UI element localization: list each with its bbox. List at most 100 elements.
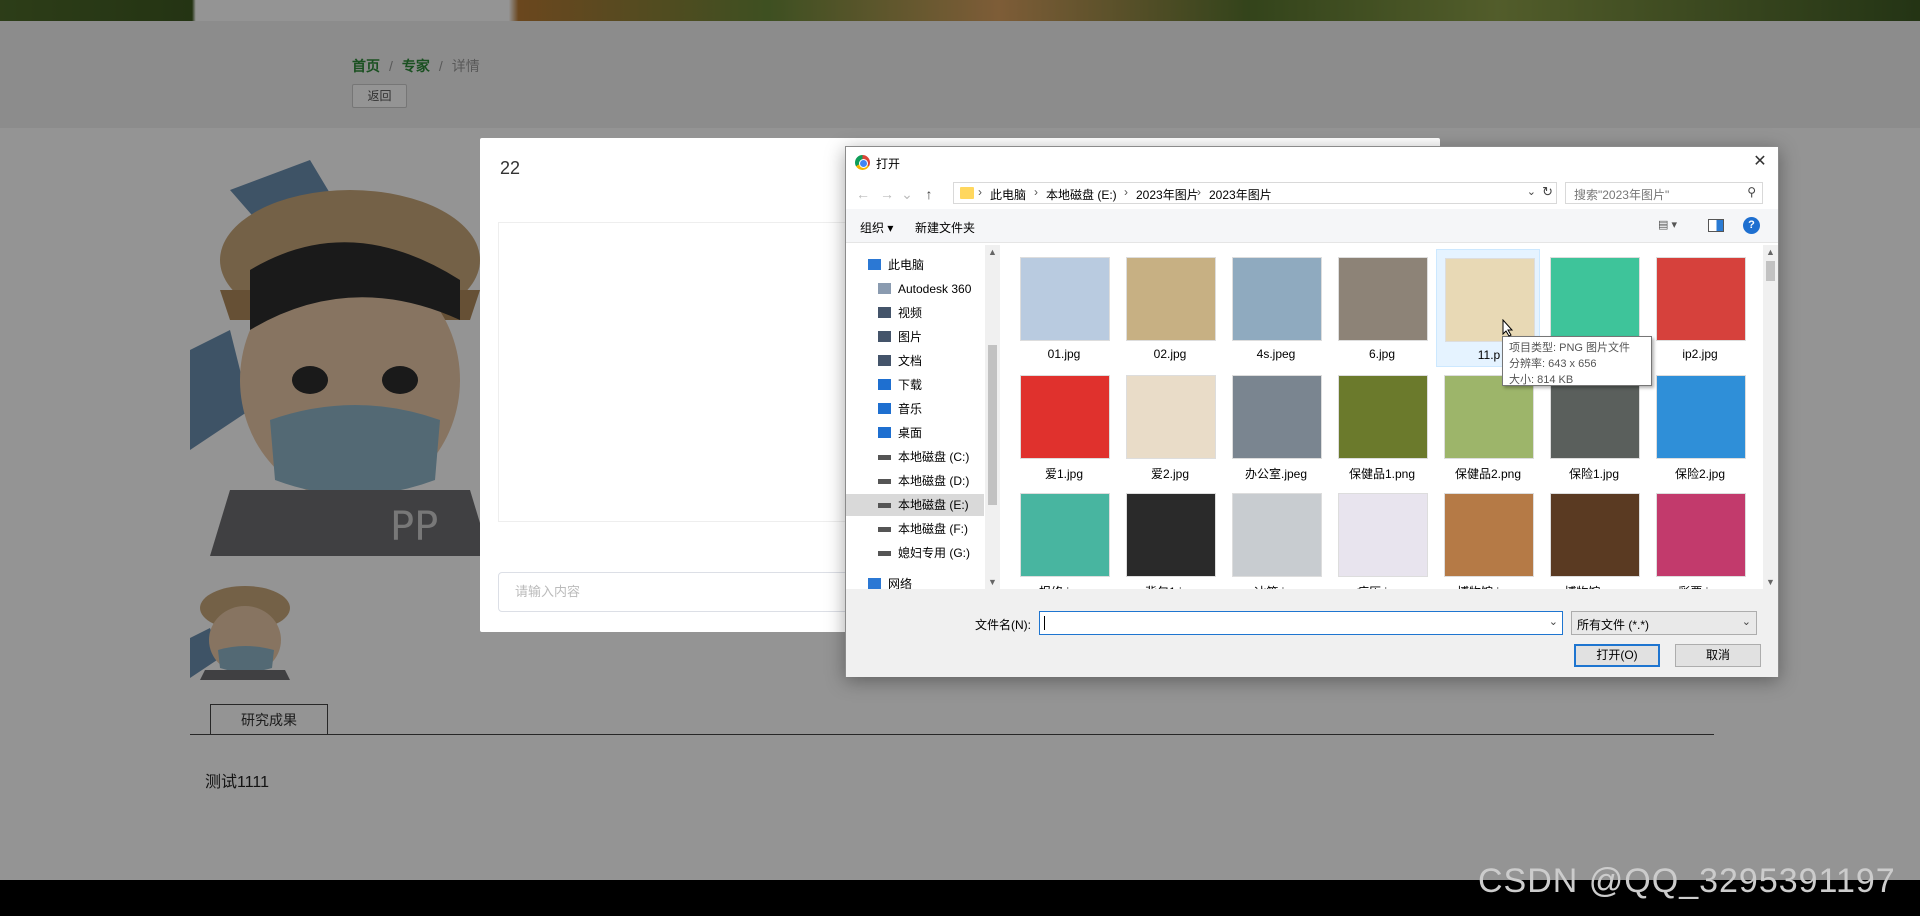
mouse-cursor-icon bbox=[1502, 319, 1514, 337]
search-input[interactable]: 搜索"2023年图片" ⚲ bbox=[1565, 182, 1763, 204]
address-segment-subfolder[interactable]: 2023年图片 bbox=[1209, 186, 1272, 203]
sidebar-item[interactable]: 音乐 bbox=[846, 398, 984, 420]
cloud-icon bbox=[878, 283, 891, 294]
chevron-right-icon[interactable]: › bbox=[1197, 185, 1201, 199]
folder-icon bbox=[960, 187, 974, 199]
file-item[interactable]: 背包1.jpg bbox=[1118, 485, 1222, 589]
address-bar[interactable]: › 此电脑 › 本地磁盘 (E:) › 2023年图片 › 2023年图片 ⌄ … bbox=[953, 182, 1557, 204]
address-segment-drive[interactable]: 本地磁盘 (E:) bbox=[1046, 186, 1117, 203]
forward-arrow-icon[interactable]: → bbox=[878, 186, 896, 202]
navigation-pane: 此电脑 Autodesk 360 视频 图片 文档 下载 音乐 桌面 本地磁盘 (C:) 本地磁盘… bbox=[846, 245, 984, 591]
sidebar-item[interactable]: 图片 bbox=[846, 326, 984, 348]
sidebar-item[interactable]: 本地磁盘 (D:) bbox=[846, 470, 984, 492]
address-segment-pc[interactable]: 此电脑 bbox=[990, 186, 1026, 203]
file-item[interactable]: 冰箱.jpg bbox=[1224, 485, 1328, 589]
file-item[interactable]: 博物馆.png bbox=[1542, 485, 1646, 589]
pc-icon bbox=[868, 259, 881, 270]
sidebar-item[interactable]: 文档 bbox=[846, 350, 984, 372]
chevron-right-icon[interactable]: › bbox=[1034, 185, 1038, 199]
file-item[interactable]: 保健品1.png bbox=[1330, 367, 1434, 485]
scroll-down-icon[interactable]: ▼ bbox=[985, 577, 1000, 587]
sidebar-item[interactable]: 桌面 bbox=[846, 422, 984, 444]
file-thumbnail bbox=[1656, 375, 1746, 459]
file-item[interactable]: 保险2.jpg bbox=[1648, 367, 1752, 485]
sidebar-item[interactable]: 此电脑 bbox=[846, 254, 984, 276]
filename-label: 文件名(N): bbox=[975, 618, 1031, 632]
file-grid: 01.jpg 02.jpg 4s.jpeg 6.jpg 11.p ip2.jpg 爱1.jp… bbox=[1006, 245, 1758, 589]
scroll-up-icon[interactable]: ▲ bbox=[985, 247, 1000, 257]
file-name: 保健品1.png bbox=[1348, 467, 1416, 481]
file-item[interactable]: 4s.jpeg bbox=[1224, 249, 1328, 367]
refresh-icon[interactable]: ↻ bbox=[1542, 184, 1553, 200]
drive-icon bbox=[878, 527, 891, 532]
scroll-down-icon[interactable]: ▼ bbox=[1763, 577, 1778, 587]
file-thumbnail bbox=[1445, 258, 1535, 342]
file-item[interactable]: 博物馆.jpeg bbox=[1436, 485, 1540, 589]
sidebar-item[interactable]: 本地磁盘 (E:) bbox=[846, 494, 984, 516]
file-item[interactable]: 爱1.jpg bbox=[1012, 367, 1116, 485]
file-item[interactable]: 02.jpg bbox=[1118, 249, 1222, 367]
close-icon[interactable]: ✕ bbox=[1748, 150, 1772, 174]
file-thumbnail bbox=[1338, 257, 1428, 341]
cancel-button[interactable]: 取消 bbox=[1675, 644, 1761, 667]
sidebar-item[interactable]: 下载 bbox=[846, 374, 984, 396]
dialog-titlebar[interactable]: 打开 ✕ bbox=[846, 147, 1778, 177]
navigation-scrollbar[interactable]: ▲ ▼ bbox=[985, 245, 1000, 589]
chevron-right-icon[interactable]: › bbox=[978, 185, 982, 199]
file-name: 6.jpg bbox=[1368, 347, 1396, 361]
scroll-up-icon[interactable]: ▲ bbox=[1763, 247, 1778, 257]
network-icon bbox=[868, 578, 881, 589]
file-item[interactable]: 爱2.jpg bbox=[1118, 367, 1222, 485]
dialog-title: 打开 bbox=[876, 157, 901, 171]
back-arrow-icon[interactable]: ← bbox=[854, 186, 872, 202]
sidebar-item[interactable]: 媳妇专用 (G:) bbox=[846, 542, 984, 564]
file-type-select[interactable]: 所有文件 (*.*) ⌄ bbox=[1571, 611, 1757, 635]
sidebar-item[interactable]: 视频 bbox=[846, 302, 984, 324]
chevron-down-icon[interactable]: ⌄ bbox=[1527, 185, 1536, 198]
open-button[interactable]: 打开(O) bbox=[1574, 644, 1660, 667]
sidebar-item[interactable]: 本地磁盘 (F:) bbox=[846, 518, 984, 540]
chevron-right-icon[interactable]: › bbox=[1124, 185, 1128, 199]
address-segment-folder[interactable]: 2023年图片 bbox=[1136, 186, 1199, 203]
search-placeholder: 搜索"2023年图片" bbox=[1574, 188, 1670, 202]
navigation-bar: ← → ⌄ ↑ › 此电脑 › 本地磁盘 (E:) › 2023年图片 › 20… bbox=[846, 177, 1778, 209]
view-options-icon[interactable]: ▤ ▾ bbox=[1658, 218, 1688, 234]
file-grid-scrollbar[interactable]: ▲ ▼ bbox=[1763, 245, 1778, 589]
text-caret bbox=[1044, 616, 1045, 630]
search-icon: ⚲ bbox=[1747, 185, 1756, 199]
file-name: 办公室.jpeg bbox=[1244, 467, 1308, 481]
file-item[interactable]: 病历.jpeg bbox=[1330, 485, 1434, 589]
help-icon[interactable]: ? bbox=[1743, 217, 1760, 234]
file-name: 爱2.jpg bbox=[1150, 467, 1190, 481]
sidebar-item-label: 桌面 bbox=[898, 426, 923, 440]
chrome-icon bbox=[855, 155, 870, 170]
file-thumbnail bbox=[1338, 375, 1428, 459]
new-folder-button[interactable]: 新建文件夹 bbox=[915, 219, 975, 236]
sidebar-item-label: 视频 bbox=[898, 306, 923, 320]
file-item[interactable]: 报修.jpeg bbox=[1012, 485, 1116, 589]
scroll-thumb[interactable] bbox=[1766, 261, 1775, 281]
recent-dropdown-icon[interactable]: ⌄ bbox=[898, 186, 916, 203]
filename-input[interactable]: ⌄ bbox=[1039, 611, 1563, 635]
chevron-down-icon[interactable]: ⌄ bbox=[1549, 615, 1558, 628]
organize-menu[interactable]: 组织 ▾ bbox=[860, 219, 893, 236]
file-item[interactable]: 办公室.jpeg bbox=[1224, 367, 1328, 485]
sidebar-item[interactable]: 本地磁盘 (C:) bbox=[846, 446, 984, 468]
scroll-thumb[interactable] bbox=[988, 345, 997, 505]
sidebar-item[interactable]: Autodesk 360 bbox=[846, 278, 984, 300]
sidebar-item-label: 本地磁盘 (E:) bbox=[898, 498, 969, 512]
file-thumbnail bbox=[1020, 257, 1110, 341]
file-item[interactable]: ip2.jpg bbox=[1648, 249, 1752, 367]
file-item[interactable]: 01.jpg bbox=[1012, 249, 1116, 367]
chevron-down-icon[interactable]: ⌄ bbox=[1742, 615, 1751, 628]
sidebar-item-label: Autodesk 360 bbox=[898, 282, 972, 296]
file-thumbnail bbox=[1656, 493, 1746, 577]
sidebar-item-label: 文档 bbox=[898, 354, 923, 368]
file-thumbnail bbox=[1020, 493, 1110, 577]
file-thumbnail bbox=[1550, 493, 1640, 577]
up-arrow-icon[interactable]: ↑ bbox=[920, 186, 938, 202]
file-item[interactable]: 彩票.jpg bbox=[1648, 485, 1752, 589]
preview-pane-icon[interactable] bbox=[1708, 219, 1724, 232]
file-item[interactable]: 6.jpg bbox=[1330, 249, 1434, 367]
file-type-label: 所有文件 (*.*) bbox=[1577, 618, 1650, 632]
